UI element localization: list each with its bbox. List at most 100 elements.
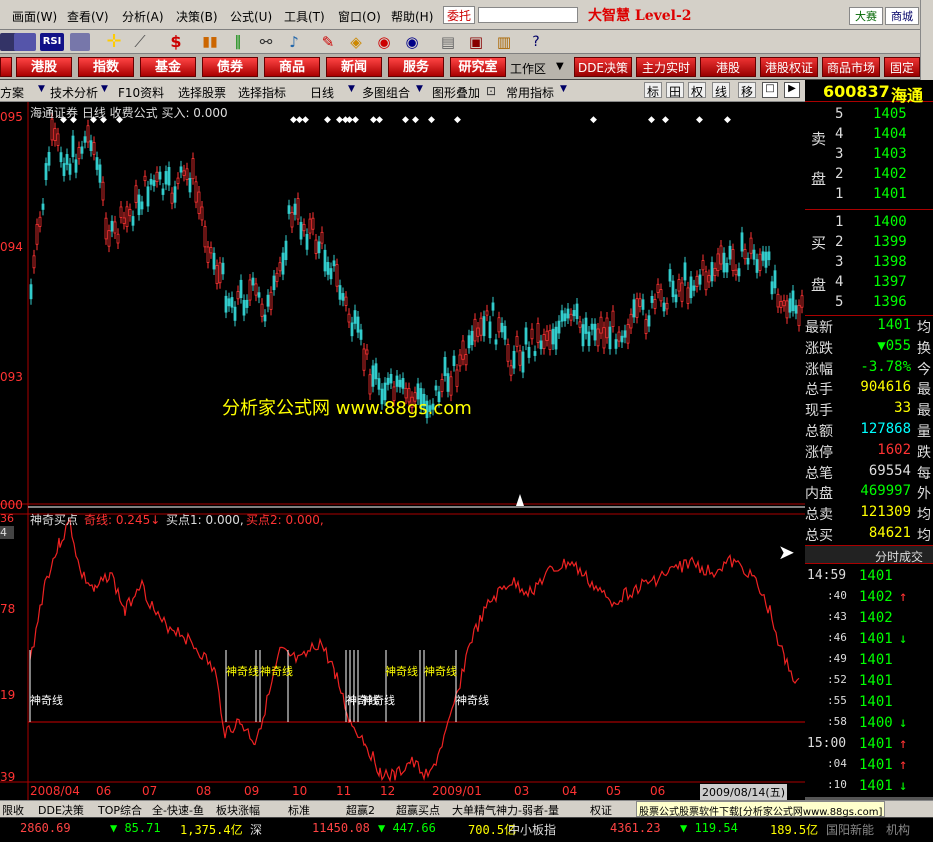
- contest-button[interactable]: 大赛: [849, 7, 883, 25]
- order-row[interactable]: 5 1396: [835, 294, 933, 314]
- tab-item[interactable]: 全-快速-鱼: [152, 802, 204, 818]
- tab-item[interactable]: 大单精气神力-弱者-量: [452, 802, 559, 818]
- tick-row[interactable]: :49 1401: [805, 650, 933, 670]
- help-cursor-icon[interactable]: ?: [526, 33, 546, 51]
- rsi-icon[interactable]: RSI: [40, 33, 64, 51]
- bond-button[interactable]: 债券: [202, 57, 258, 77]
- f10-menu[interactable]: F10资料: [118, 84, 164, 101]
- candle-body: [389, 373, 393, 384]
- notes-icon[interactable]: ▤: [438, 33, 458, 51]
- quote-input[interactable]: [478, 7, 578, 23]
- layout-icon[interactable]: ▣: [466, 33, 486, 51]
- diamond-icon[interactable]: ◈: [346, 33, 366, 51]
- order-row[interactable]: 3 1398: [835, 254, 933, 274]
- lock-icon[interactable]: ⊡: [486, 84, 496, 98]
- grid-button[interactable]: 田: [666, 82, 684, 99]
- menu-item-window[interactable]: 窗口(O): [338, 8, 381, 25]
- rights-button[interactable]: 权: [688, 82, 706, 99]
- report-icon[interactable]: ✎: [318, 33, 338, 51]
- service-button[interactable]: 服务: [388, 57, 444, 77]
- order-row[interactable]: 4 1397: [835, 274, 933, 294]
- index-button[interactable]: 指数: [78, 57, 134, 77]
- dde-decision-button[interactable]: DDE决策: [574, 57, 632, 77]
- mark-button[interactable]: 标: [644, 82, 662, 99]
- tick-row[interactable]: 14:59 1401: [805, 566, 933, 586]
- tick-row[interactable]: :40 1402 ↑: [805, 587, 933, 607]
- tick-row[interactable]: :55 1401: [805, 692, 933, 712]
- select-indicator-menu[interactable]: 选择指标: [238, 84, 286, 101]
- red-circle-icon[interactable]: ◉: [374, 33, 394, 51]
- workspace-label[interactable]: 工作区: [510, 60, 546, 77]
- dollar-icon[interactable]: $: [166, 33, 186, 51]
- candle-body: [98, 164, 102, 183]
- tab-item[interactable]: 权证: [590, 802, 612, 818]
- kline-chart[interactable]: ◆ ◆ ◆ ◆ ◆ ◆ ◆ ◆ ◆ ◆ ◆ ◆ ◆ ◆ ◆ ◆ ◆ ◆ ◆ ◆ ◆ ◆ ◆ ◆ 海通证券 日线 收费公式 买入…: [0, 102, 805, 802]
- books-icon[interactable]: ▥: [494, 33, 514, 51]
- grid-icon[interactable]: [14, 33, 36, 51]
- period-menu[interactable]: 日线: [310, 84, 334, 101]
- tick-row[interactable]: :58 1400 ↓: [805, 713, 933, 733]
- entrust-button[interactable]: 委托: [443, 6, 475, 24]
- order-row[interactable]: 1 1401: [835, 186, 933, 206]
- commodity-button[interactable]: 商品: [264, 57, 320, 77]
- hk-stock-button[interactable]: 港股: [16, 57, 72, 77]
- line-button[interactable]: 线: [712, 82, 730, 99]
- ruler-icon[interactable]: ⟋: [130, 33, 150, 51]
- order-row[interactable]: 5 1405: [835, 106, 933, 126]
- table-icon[interactable]: [70, 33, 90, 51]
- select-stock-menu[interactable]: 选择股票: [178, 84, 226, 101]
- footer-ad[interactable]: 股票公式股票软件下载[分析家公式网www.88gs.com]: [636, 801, 886, 818]
- candle-icon[interactable]: ▮▮: [200, 33, 220, 51]
- fixed-income-button[interactable]: 固定收: [884, 57, 920, 77]
- order-row[interactable]: 4 1404: [835, 126, 933, 146]
- binoculars-icon[interactable]: ⚯: [256, 33, 276, 51]
- tab-item[interactable]: 板块涨幅: [216, 802, 260, 818]
- bar-edge-button[interactable]: [0, 57, 12, 77]
- overlay-menu[interactable]: 图形叠加: [432, 84, 480, 101]
- scheme-menu[interactable]: 方案: [0, 84, 24, 101]
- tab-item[interactable]: TOP综合: [98, 802, 142, 818]
- hk-warrant-button[interactable]: 港股权证: [760, 57, 818, 77]
- research-button[interactable]: 研究室: [450, 57, 506, 77]
- tab-item[interactable]: 超赢2: [346, 802, 375, 818]
- fund-button[interactable]: 基金: [140, 57, 196, 77]
- menu-item-view[interactable]: 查看(V): [67, 8, 109, 25]
- menu-item-help[interactable]: 帮助(H): [391, 8, 433, 25]
- menu-item-formula[interactable]: 公式(U): [230, 8, 272, 25]
- tick-row[interactable]: :10 1401 ↓: [805, 776, 933, 796]
- tech-analysis-menu[interactable]: 技术分析: [50, 84, 98, 101]
- tick-row[interactable]: :52 1401: [805, 671, 933, 691]
- move-button[interactable]: 移: [738, 82, 756, 99]
- tick-row[interactable]: :46 1401 ↓: [805, 629, 933, 649]
- tick-row[interactable]: 15:00 1401 ↑: [805, 734, 933, 754]
- menu-item-analysis[interactable]: 分析(A): [122, 8, 164, 25]
- ticks-list[interactable]: 14:59 1401:40 1402 ↑:43 1402:46 1401 ↓:49 1401:…: [805, 566, 933, 817]
- commodity-market-button[interactable]: 商品市场: [822, 57, 880, 77]
- order-row[interactable]: 3 1403: [835, 146, 933, 166]
- menu-item-tools[interactable]: 工具(T): [284, 8, 325, 25]
- news-button[interactable]: 新闻: [326, 57, 382, 77]
- order-row[interactable]: 2 1402: [835, 166, 933, 186]
- multi-chart-menu[interactable]: 多图组合: [362, 84, 410, 101]
- menu-item-decision[interactable]: 决策(B): [176, 8, 218, 25]
- common-indicator-menu[interactable]: 常用指标: [506, 84, 554, 101]
- tab-item[interactable]: 限收: [2, 802, 24, 818]
- bell-icon[interactable]: ♪: [284, 33, 304, 51]
- hk-button-2[interactable]: 港股: [700, 57, 756, 77]
- workspace-dropdown-icon[interactable]: ▼: [556, 61, 564, 72]
- tab-item[interactable]: DDE决策: [38, 802, 84, 818]
- next-icon[interactable]: ▶: [784, 82, 800, 98]
- order-row[interactable]: 1 1400: [835, 214, 933, 234]
- blue-circle-icon[interactable]: ◉: [402, 33, 422, 51]
- order-row[interactable]: 2 1399: [835, 234, 933, 254]
- mall-button[interactable]: 商城: [885, 7, 919, 25]
- bars-icon[interactable]: ‖: [228, 33, 248, 51]
- tab-item[interactable]: 超赢买点: [396, 802, 440, 818]
- main-force-button[interactable]: 主力实时监: [636, 57, 696, 95]
- menu-item-screen[interactable]: 画面(W): [12, 8, 57, 25]
- tick-row[interactable]: :43 1402: [805, 608, 933, 628]
- restore-icon[interactable]: □: [762, 82, 778, 98]
- tab-item[interactable]: 标准: [288, 802, 310, 818]
- tick-row[interactable]: :04 1401 ↑: [805, 755, 933, 775]
- crosshair-icon[interactable]: ✛: [104, 33, 124, 51]
